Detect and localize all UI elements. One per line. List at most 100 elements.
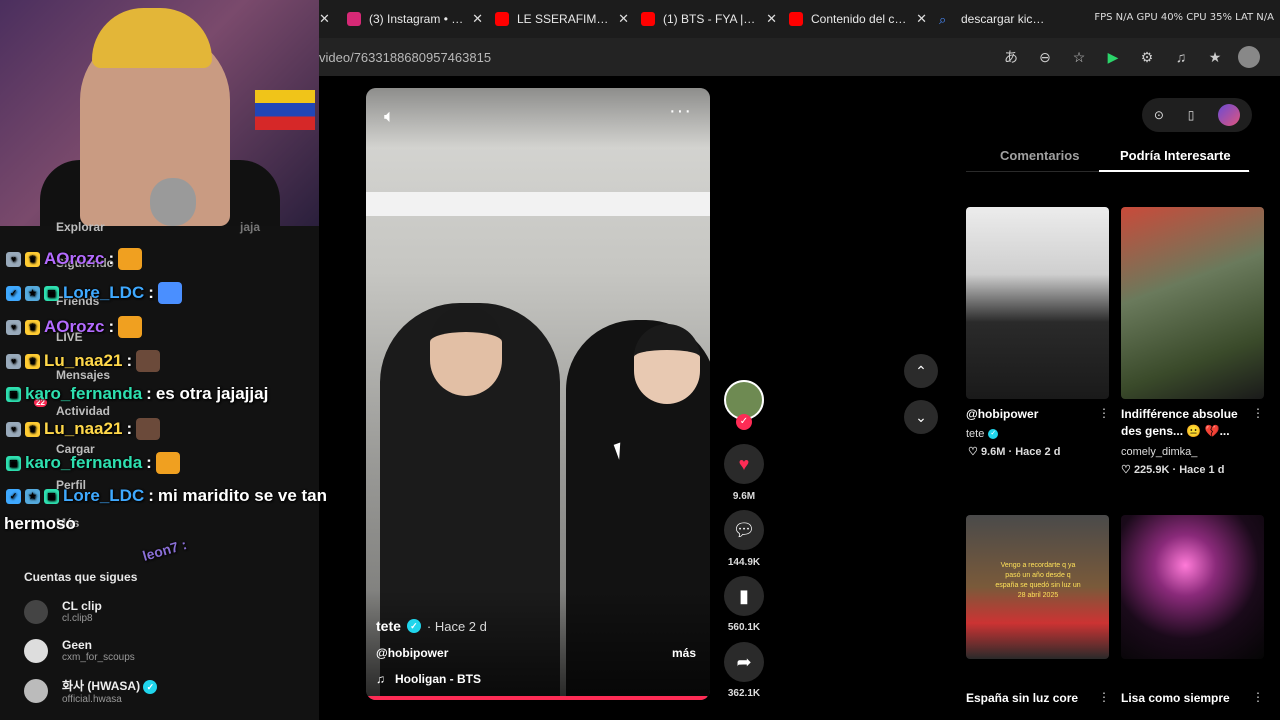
card-more-icon[interactable]: ⋮ bbox=[1098, 690, 1110, 704]
chat-username[interactable]: karo_fernanda bbox=[25, 453, 142, 473]
card-title[interactable]: Indifférence absolue des gens... 😐 💔... bbox=[1121, 406, 1251, 440]
coin-icon[interactable]: ⊙ bbox=[1154, 108, 1164, 122]
video-thumbnail[interactable] bbox=[1121, 207, 1264, 399]
crown-badge-icon: ♛ bbox=[25, 353, 40, 369]
favorite-star-icon[interactable]: ☆ bbox=[1068, 46, 1090, 68]
following-account[interactable]: Geen cxm_for_scoups bbox=[24, 638, 135, 663]
browser-tab-lesserafim[interactable]: LE SSERAFIM - CEL ✕ bbox=[489, 0, 635, 38]
card-likes: 225.9K bbox=[1133, 464, 1170, 476]
crown-badge-icon: ♛ bbox=[25, 421, 40, 437]
close-icon[interactable]: ✕ bbox=[916, 11, 927, 27]
url-field[interactable]: video/7633188680957463815 bbox=[319, 50, 491, 65]
heart-outline-icon: ♡ bbox=[968, 446, 978, 458]
browser-toolbar: あ ⊖ ☆ ▶ ⚙ ♫ ★ bbox=[1000, 46, 1260, 68]
music-title: Hooligan - BTS bbox=[395, 672, 481, 686]
verified-icon: ✓ bbox=[143, 680, 158, 694]
card-title[interactable]: España sin luz core bbox=[966, 690, 1096, 707]
card-meta: ♡ 9.6M · Hace 2 d bbox=[968, 446, 1061, 458]
close-icon[interactable]: ✕ bbox=[472, 11, 483, 27]
device-icon[interactable]: ▯ bbox=[1188, 108, 1195, 122]
previous-video-button[interactable]: ⌃ bbox=[904, 354, 938, 388]
browser-tab-search[interactable]: ⌕ descargar kick - Bú bbox=[933, 0, 1053, 38]
profile-icon[interactable] bbox=[1238, 46, 1260, 68]
chevron-down-icon: ⌄ bbox=[915, 408, 927, 425]
mod-badge-icon: ♥ bbox=[6, 421, 21, 437]
fire-emote-icon bbox=[155, 452, 180, 474]
card-time: Hace 2 d bbox=[1015, 446, 1061, 458]
tab-comentarios[interactable]: Comentarios bbox=[1000, 148, 1079, 163]
video-top-gradient bbox=[366, 88, 710, 148]
mod-badge-icon: ♥ bbox=[6, 319, 21, 335]
video-thumbnail[interactable] bbox=[1121, 515, 1264, 659]
card-author-name: tete bbox=[966, 428, 985, 440]
browser-tab-contenido[interactable]: Contenido del cana ✕ bbox=[783, 0, 933, 38]
caption-more-button[interactable]: más bbox=[672, 646, 696, 660]
chat-username[interactable]: AOrozc bbox=[44, 249, 104, 269]
volume-icon[interactable]: 🔈︎ bbox=[384, 106, 395, 127]
media-icon[interactable]: ♫ bbox=[1170, 46, 1192, 68]
person-right-head bbox=[634, 324, 700, 404]
close-icon[interactable]: ✕ bbox=[618, 11, 629, 27]
card-author-name: comely_dimka_ bbox=[1121, 446, 1198, 458]
following-account[interactable]: CL clip cl.clip8 bbox=[24, 599, 102, 624]
save-button[interactable]: ▮ bbox=[724, 576, 764, 616]
browser-tab-bts[interactable]: (1) BTS - FYA || (Tra ✕ bbox=[635, 0, 783, 38]
video-thumbnail[interactable] bbox=[966, 207, 1109, 399]
chat-message: ✓ ★ ▣ Lore_LDC : mi maridito se ve tan bbox=[6, 486, 327, 506]
zoom-icon[interactable]: ⊖ bbox=[1034, 46, 1056, 68]
translate-icon[interactable]: あ bbox=[1000, 46, 1022, 68]
more-options-icon[interactable]: ··· bbox=[669, 100, 692, 123]
webcam-overlay bbox=[0, 0, 319, 226]
video-author[interactable]: tete ✓ · Hace 2 d bbox=[376, 618, 487, 634]
card-title[interactable]: Lisa como siempre bbox=[1121, 690, 1251, 707]
author-name[interactable]: tete bbox=[376, 618, 401, 634]
card-more-icon[interactable]: ⋮ bbox=[1098, 406, 1110, 420]
share-button[interactable]: ➦ bbox=[724, 642, 764, 682]
tab-prev-close[interactable]: ✕ bbox=[319, 0, 331, 38]
nav-explorar[interactable]: Explorar bbox=[56, 220, 105, 234]
caption-mention[interactable]: @hobipower bbox=[376, 646, 448, 660]
tab-title: descargar kick - Bú bbox=[961, 12, 1047, 26]
chat-username[interactable]: Lore_LDC bbox=[63, 283, 144, 303]
venezuela-flag bbox=[255, 90, 315, 130]
chat-username[interactable]: Lu_naa21 bbox=[44, 419, 122, 439]
chat-username[interactable]: Lore_LDC bbox=[63, 486, 144, 506]
card-title[interactable]: @hobipower bbox=[966, 406, 1096, 423]
browser-tab-instagram[interactable]: (3) Instagram • Me ✕ bbox=[341, 0, 489, 38]
following-account[interactable]: 화사 (HWASA) ✓ official.hwasa bbox=[24, 677, 158, 705]
video-music[interactable]: ♫ Hooligan - BTS bbox=[376, 672, 481, 686]
address-bar: video/7633188680957463815 あ ⊖ ☆ ▶ ⚙ ♫ ★ bbox=[319, 38, 1280, 76]
extensions-icon[interactable]: ⚙ bbox=[1136, 46, 1158, 68]
face-emote-icon bbox=[136, 350, 161, 372]
share-icon: ➦ bbox=[736, 651, 752, 672]
video-progress-bar[interactable] bbox=[366, 696, 710, 700]
follow-check-icon[interactable]: ✓ bbox=[736, 414, 752, 430]
tab-podria-interesarte[interactable]: Podría Interesarte bbox=[1120, 148, 1231, 163]
like-button[interactable]: ♥ bbox=[724, 444, 764, 484]
comment-icon: 💬︎ bbox=[732, 519, 756, 540]
card-meta: ♡ 225.9K · Hace 1 d bbox=[1121, 464, 1225, 476]
favorites-icon[interactable]: ★ bbox=[1204, 46, 1226, 68]
video-thumbnail[interactable]: Vengo a recordarte q ya pasó un año desd… bbox=[966, 515, 1109, 659]
user-avatar[interactable] bbox=[1218, 104, 1241, 126]
close-icon[interactable]: ✕ bbox=[766, 11, 777, 27]
comment-button[interactable]: 💬︎ bbox=[724, 510, 764, 550]
card-author[interactable]: tete ✓ bbox=[966, 428, 999, 440]
chat-username[interactable]: karo_fernanda bbox=[25, 384, 142, 404]
next-video-button[interactable]: ⌄ bbox=[904, 400, 938, 434]
heart-outline-icon: ♡ bbox=[1121, 464, 1131, 476]
close-icon[interactable]: ✕ bbox=[319, 11, 330, 27]
account-handle: cl.clip8 bbox=[62, 613, 93, 624]
card-more-icon[interactable]: ⋮ bbox=[1252, 406, 1264, 420]
avatar bbox=[24, 638, 48, 663]
card-time: Hace 1 d bbox=[1179, 464, 1225, 476]
video-player[interactable]: 🔈︎ ··· tete ✓ · Hace 2 d @hobipower más … bbox=[366, 88, 710, 700]
chat-username[interactable]: AOrozc bbox=[44, 317, 104, 337]
extension-green-icon[interactable]: ▶ bbox=[1102, 46, 1124, 68]
chat-username[interactable]: Lu_naa21 bbox=[44, 351, 122, 371]
account-handle: cxm_for_scoups bbox=[62, 652, 135, 663]
card-more-icon[interactable]: ⋮ bbox=[1252, 690, 1264, 704]
music-note-icon: ♫ bbox=[376, 672, 385, 686]
card-author[interactable]: comely_dimka_ bbox=[1121, 446, 1197, 458]
nav-actividad[interactable]: Actividad bbox=[56, 404, 110, 418]
